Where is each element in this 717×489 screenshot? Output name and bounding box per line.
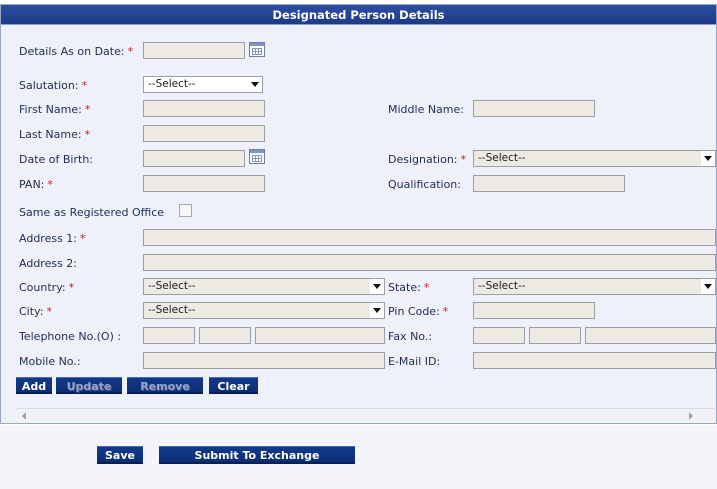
horizontal-scrollbar[interactable] xyxy=(15,408,715,423)
salutation-selected: --Select-- xyxy=(148,78,196,90)
pan-input[interactable] xyxy=(143,175,265,192)
save-button[interactable]: Save xyxy=(97,446,143,464)
details-date-input[interactable] xyxy=(143,42,245,59)
required-marker: * xyxy=(47,178,53,191)
city-selected: --Select-- xyxy=(148,304,196,316)
fax-label: Fax No.: xyxy=(388,330,433,343)
salutation-label-text: Salutation: xyxy=(19,79,79,92)
first-name-label-text: First Name: xyxy=(19,103,82,116)
country-select[interactable]: --Select-- xyxy=(143,278,385,295)
required-marker: * xyxy=(84,103,91,116)
remove-button[interactable]: Remove xyxy=(127,377,203,394)
telephone-label: Telephone No.(O) : xyxy=(19,330,122,343)
required-marker: * xyxy=(46,305,52,318)
state-selected: --Select-- xyxy=(478,280,526,292)
first-name-label: First Name: * xyxy=(19,103,90,116)
telephone-number-input[interactable] xyxy=(255,327,385,344)
chevron-down-icon[interactable] xyxy=(701,279,715,294)
fax-area-input[interactable] xyxy=(529,327,581,344)
email-label: E-Mail ID: xyxy=(388,355,441,368)
state-label-text: State: xyxy=(388,281,421,294)
panel-title: Designated Person Details xyxy=(1,5,716,25)
middle-name-label: Middle Name: xyxy=(388,103,464,116)
same-as-registered-label: Same as Registered Office xyxy=(19,206,165,219)
details-date-label-text: Details As on Date: xyxy=(19,45,125,58)
city-select[interactable]: --Select-- xyxy=(143,302,385,319)
scroll-left-icon[interactable] xyxy=(22,412,26,420)
address1-label-text: Address 1: xyxy=(19,232,78,245)
address1-input[interactable] xyxy=(143,229,716,246)
qualification-label: Qualification: xyxy=(388,178,461,191)
country-label: Country: * xyxy=(19,281,74,294)
qualification-input[interactable] xyxy=(473,175,625,192)
state-select[interactable]: --Select-- xyxy=(473,278,716,295)
required-marker: * xyxy=(423,281,430,294)
scroll-right-icon[interactable] xyxy=(689,412,693,420)
last-name-label-text: Last Name: xyxy=(19,128,82,141)
address1-label: Address 1: * xyxy=(19,232,86,245)
pin-code-label-text: Pin Code: xyxy=(388,305,440,318)
pan-label: PAN: * xyxy=(19,178,53,191)
city-label: City: * xyxy=(19,305,52,318)
last-name-input[interactable] xyxy=(143,125,265,142)
required-marker: * xyxy=(442,305,449,318)
salutation-label: Salutation: * xyxy=(19,79,87,92)
required-marker: * xyxy=(81,79,88,92)
address2-input[interactable] xyxy=(143,254,716,271)
required-marker: * xyxy=(68,281,75,294)
designation-label-text: Designation: xyxy=(388,153,458,166)
pin-code-label: Pin Code: * xyxy=(388,305,448,318)
mobile-label: Mobile No.: xyxy=(19,355,81,368)
designation-selected: --Select-- xyxy=(478,152,526,164)
dob-calendar-icon[interactable] xyxy=(249,149,265,164)
required-marker: * xyxy=(84,128,91,141)
chevron-down-icon[interactable] xyxy=(370,279,384,294)
update-button[interactable]: Update xyxy=(56,377,122,394)
chevron-down-icon[interactable] xyxy=(701,151,715,166)
submit-to-exchange-button[interactable]: Submit To Exchange xyxy=(159,446,355,464)
first-name-input[interactable] xyxy=(143,100,265,117)
telephone-std-input[interactable] xyxy=(143,327,195,344)
email-input[interactable] xyxy=(473,352,716,369)
designation-select[interactable]: --Select-- xyxy=(473,150,716,167)
required-marker: * xyxy=(80,232,86,245)
telephone-area-input[interactable] xyxy=(199,327,251,344)
country-selected: --Select-- xyxy=(148,280,196,292)
footer-bar: Save Submit To Exchange xyxy=(0,425,717,489)
dob-input[interactable] xyxy=(143,150,245,167)
pin-code-input[interactable] xyxy=(473,302,595,319)
add-button[interactable]: Add xyxy=(16,377,52,394)
mobile-input[interactable] xyxy=(143,352,385,369)
required-marker: * xyxy=(127,45,134,58)
designation-label: Designation: * xyxy=(388,153,466,166)
required-marker: * xyxy=(460,153,467,166)
details-date-calendar-icon[interactable] xyxy=(249,42,265,57)
salutation-select[interactable]: --Select-- xyxy=(143,76,263,93)
pan-label-text: PAN: xyxy=(19,178,45,191)
clear-button[interactable]: Clear xyxy=(209,377,258,394)
fax-number-input[interactable] xyxy=(585,327,716,344)
city-label-text: City: xyxy=(19,305,44,318)
fax-std-input[interactable] xyxy=(473,327,525,344)
last-name-label: Last Name: * xyxy=(19,128,90,141)
chevron-down-icon[interactable] xyxy=(248,77,262,92)
chevron-down-icon[interactable] xyxy=(370,303,384,318)
state-label: State: * xyxy=(388,281,429,294)
same-as-registered-checkbox[interactable] xyxy=(179,204,192,217)
address2-label: Address 2: xyxy=(19,257,78,270)
details-date-label: Details As on Date: * xyxy=(19,45,133,58)
designated-person-panel: Designated Person Details Details As on … xyxy=(0,4,717,424)
dob-label: Date of Birth: xyxy=(19,153,94,166)
middle-name-input[interactable] xyxy=(473,100,595,117)
country-label-text: Country: xyxy=(19,281,66,294)
